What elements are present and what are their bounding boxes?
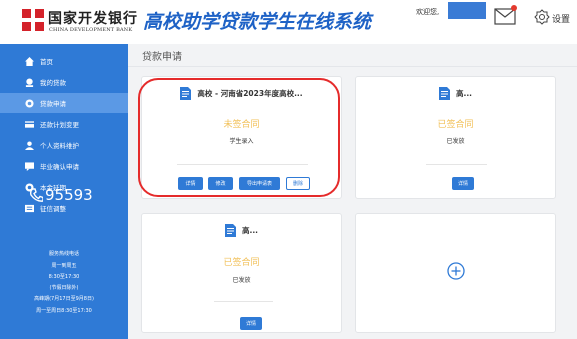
card-divider	[426, 164, 487, 165]
service-line: 高峰期(7月17日至9月8日)	[34, 296, 94, 302]
sidebar-item-my-loans[interactable]: 我的贷款	[0, 72, 128, 92]
sidebar-item-label: 还款计划变更	[40, 121, 79, 129]
sidebar-item-label: 我的贷款	[40, 79, 66, 87]
page-title: 贷款申请	[142, 52, 182, 63]
title-divider	[128, 66, 577, 67]
highlight-annotation	[138, 78, 340, 197]
username-redacted[interactable]	[448, 2, 486, 19]
sidebar-item-label: 贷款申请	[40, 100, 66, 108]
gear-icon[interactable]	[534, 9, 550, 25]
card-title: 高...	[455, 89, 473, 98]
service-line: 服务热线电话	[48, 251, 79, 257]
add-loan-card[interactable]	[355, 213, 556, 333]
settings-button[interactable]: 设置	[552, 12, 570, 25]
sidebar-item-home[interactable]: 首页	[0, 51, 128, 71]
coin-icon	[24, 77, 34, 87]
document-icon	[438, 87, 450, 100]
phone-icon	[29, 187, 43, 202]
card-divider	[214, 301, 273, 302]
sidebar-item-label: 毕业确认申请	[40, 163, 79, 171]
add-circle-icon[interactable]	[447, 262, 465, 280]
welcome-text: 欢迎您,	[416, 8, 440, 16]
sidebar-item-repayment-change[interactable]: 还款计划变更	[0, 114, 128, 134]
card-icon	[24, 119, 34, 129]
hotline: 95593	[29, 186, 93, 204]
chat-icon	[24, 161, 34, 171]
bank-logo-icon	[22, 9, 44, 31]
contract-status: 已签合同	[223, 258, 260, 268]
loan-card: 高... 已签合同 已发放 详情	[355, 76, 556, 199]
details-button[interactable]: 详情	[240, 317, 262, 330]
sidebar-item-label: 首页	[40, 58, 53, 66]
bank-name: 国家开发银行	[48, 11, 138, 27]
system-title: 高校助学贷款学生在线系统	[143, 11, 372, 33]
contract-status: 已签合同	[437, 120, 474, 130]
sidebar-item-label: 个人资料维护	[40, 142, 79, 150]
service-line: (节假日除外)	[49, 285, 79, 291]
card-header: 高...	[356, 87, 555, 100]
notification-dot	[511, 5, 517, 11]
service-line: 周一到周五	[51, 263, 77, 269]
sub-status: 已发放	[232, 277, 251, 284]
document-icon	[224, 224, 236, 237]
user-icon	[24, 140, 34, 150]
sub-status: 已发放	[446, 138, 465, 145]
bank-name-en: CHINA DEVELOPMENT BANK	[49, 27, 133, 33]
hotline-number: 95593	[45, 186, 93, 204]
service-line: 周一至周日8:30至17:30	[36, 308, 92, 314]
service-line: 8:30至17:30	[48, 274, 80, 280]
sidebar-item-graduation[interactable]: 毕业确认申请	[0, 156, 128, 176]
apply-icon	[24, 98, 34, 108]
loan-card: 高... 已签合同 已发放 详情	[141, 213, 342, 333]
details-button[interactable]: 详情	[452, 177, 474, 190]
card-title: 高...	[241, 226, 259, 235]
card-header: 高...	[142, 224, 341, 237]
sidebar-item-loan-apply[interactable]: 贷款申请	[0, 93, 128, 113]
sidebar-item-label: 征信调整	[40, 205, 66, 213]
list-icon	[24, 203, 34, 213]
sidebar-item-profile[interactable]: 个人资料维护	[0, 135, 128, 155]
home-icon	[24, 56, 34, 66]
top-header: 国家开发银行 CHINA DEVELOPMENT BANK 高校助学贷款学生在线…	[0, 0, 577, 44]
